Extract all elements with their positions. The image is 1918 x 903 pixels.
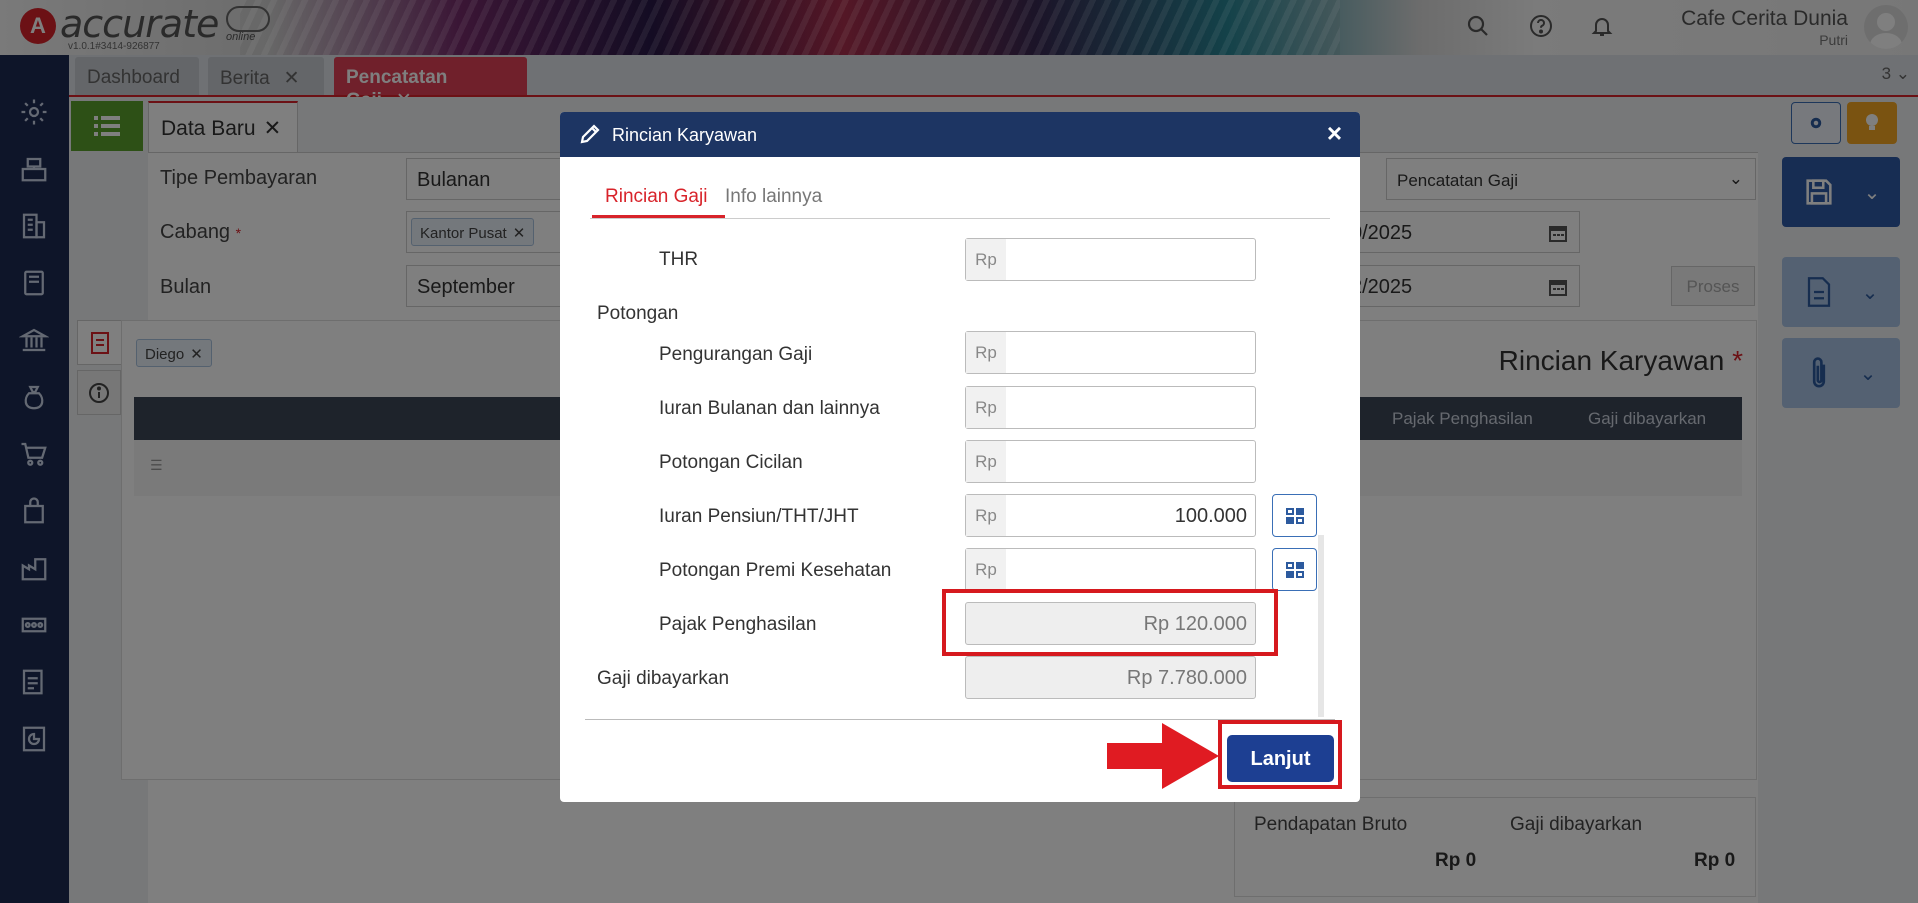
- thr-input[interactable]: Rp: [965, 238, 1256, 281]
- lanjut-button[interactable]: Lanjut: [1227, 735, 1334, 782]
- gaji-dibayarkan-field: Rp 7.780.000: [965, 656, 1256, 699]
- tab-info-lainnya[interactable]: Info lainnya: [725, 186, 822, 208]
- iuran-bulanan-input[interactable]: Rp: [965, 386, 1256, 429]
- potongan-header: Potongan: [597, 303, 679, 324]
- calculator-icon: [1285, 561, 1304, 578]
- tab-rincian-gaji[interactable]: Rincian Gaji: [605, 186, 707, 208]
- dialog-scrollbar[interactable]: [1318, 535, 1324, 717]
- money-value: 100.000: [1174, 505, 1247, 527]
- potongan-premi-input[interactable]: Rp: [965, 548, 1256, 591]
- currency-prefix: Rp: [966, 332, 1006, 373]
- gaji-dibayarkan-label: Gaji dibayarkan: [597, 668, 730, 689]
- potongan-premi-label: Potongan Premi Kesehatan: [659, 560, 892, 581]
- pengurangan-gaji-input[interactable]: Rp: [965, 331, 1256, 374]
- pencil-icon: [580, 124, 600, 144]
- currency-prefix: Rp: [966, 549, 1006, 590]
- money-value: Rp 7.780.000: [1126, 667, 1247, 689]
- close-icon[interactable]: ×: [1327, 120, 1342, 146]
- dialog-tabs: Rincian Gaji Info lainnya: [590, 172, 1330, 219]
- potongan-cicilan-input[interactable]: Rp: [965, 440, 1256, 483]
- highlight-box-pajak: [942, 589, 1278, 656]
- calculator-icon: [1285, 507, 1304, 524]
- currency-prefix: Rp: [966, 387, 1006, 428]
- iuran-pensiun-input[interactable]: Rp 100.000: [965, 494, 1256, 537]
- red-arrow-pointer: [1107, 723, 1219, 789]
- potongan-cicilan-label: Potongan Cicilan: [659, 452, 803, 473]
- active-tab-indicator: [592, 215, 725, 218]
- dialog-header: Rincian Karyawan ×: [560, 112, 1360, 157]
- thr-label: THR: [659, 249, 699, 270]
- iuran-bulanan-label: Iuran Bulanan dan lainnya: [659, 398, 880, 419]
- iuran-pensiun-calc-button[interactable]: [1272, 494, 1317, 537]
- dialog-title: Rincian Karyawan: [612, 125, 758, 145]
- potongan-premi-calc-button[interactable]: [1272, 548, 1317, 591]
- currency-prefix: Rp: [966, 239, 1006, 280]
- rincian-karyawan-dialog: Rincian Karyawan × Rincian Gaji Info lai…: [560, 112, 1360, 802]
- pajak-penghasilan-label: Pajak Penghasilan: [659, 614, 817, 635]
- pengurangan-gaji-label: Pengurangan Gaji: [659, 344, 813, 365]
- iuran-pensiun-label: Iuran Pensiun/THT/JHT: [659, 506, 859, 527]
- currency-prefix: Rp: [966, 495, 1006, 536]
- currency-prefix: Rp: [966, 441, 1006, 482]
